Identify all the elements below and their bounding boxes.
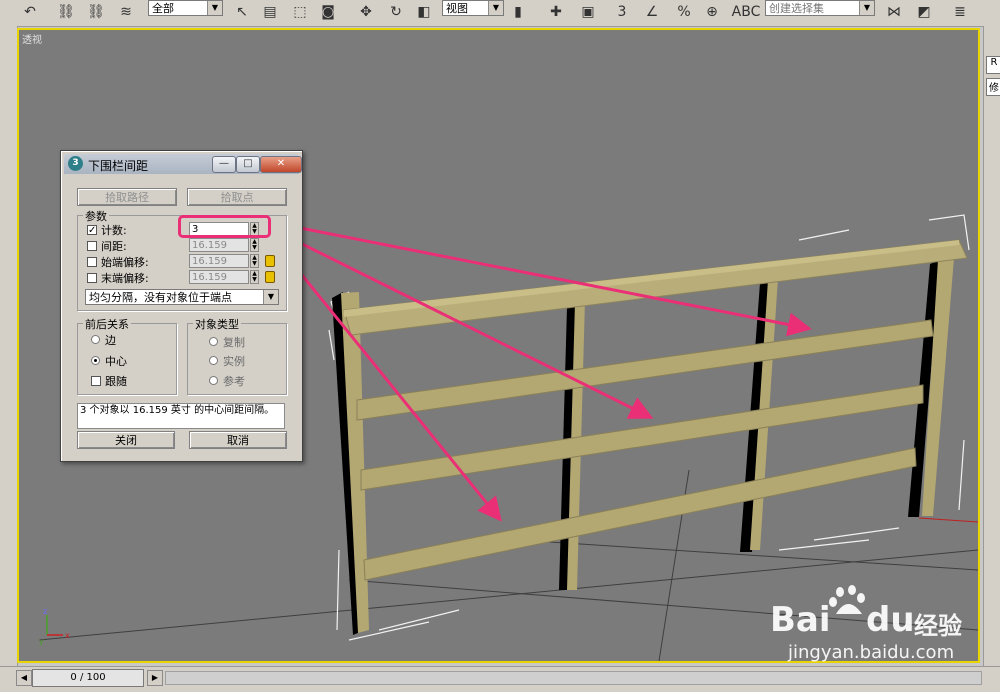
app-logo-icon: 3 [68, 156, 83, 171]
end-offset-row: 末端偏移: [87, 270, 149, 285]
end-offset-label: 末端偏移: [101, 271, 149, 285]
next-frame-arrow-icon[interactable]: ▶ [147, 670, 163, 686]
dialog-title: 下围栏间距 [88, 159, 149, 173]
count-row: ✓ 计数: [87, 222, 127, 237]
count-checkbox[interactable]: ✓ [87, 224, 97, 235]
follow-checkbox[interactable] [91, 375, 101, 386]
object-type-label: 对象类型 [193, 316, 241, 332]
close-icon[interactable]: ✕ [260, 156, 302, 173]
context-center-label: 中心 [105, 354, 127, 368]
timeline-track[interactable] [165, 671, 982, 685]
end-offset-checkbox[interactable] [87, 272, 97, 283]
type-copy-row: 复制 [209, 334, 245, 349]
context-edge-label: 边 [105, 333, 116, 347]
context-edge-radio[interactable] [91, 335, 100, 344]
baidu-brand-du: du [866, 600, 915, 640]
spacing-label: 间距: [101, 239, 127, 253]
close-button[interactable]: 关闭 [77, 431, 175, 449]
type-reference-row: 参考 [209, 373, 245, 388]
start-offset-checkbox[interactable] [87, 256, 97, 267]
count-label: 计数: [101, 223, 127, 237]
follow-label: 跟随 [105, 374, 127, 388]
type-instance-row: 实例 [209, 353, 245, 368]
baidu-url: jingyan.baidu.com [788, 642, 955, 663]
time-slider[interactable]: 0 / 100 [32, 669, 144, 687]
context-edge-row: 边 [91, 332, 116, 347]
start-offset-spinner[interactable]: ▲ ▼ [250, 254, 259, 268]
start-offset-row: 始端偏移: [87, 254, 149, 269]
context-follow-row: 跟随 [91, 373, 127, 388]
arrow-to-rail-2 [268, 226, 654, 419]
start-offset-label: 始端偏移: [101, 255, 149, 269]
type-instance-label: 实例 [223, 354, 245, 368]
dialog-title-bar[interactable]: 3 下围栏间距 — □ ✕ [64, 154, 302, 174]
status-text: 3 个对象以 16.159 英寸 的中心间距间隔。 [77, 403, 285, 429]
spacing-spinner[interactable]: ▲ ▼ [250, 238, 259, 252]
pick-path-button[interactable]: 拾取路径 [77, 188, 177, 206]
distribution-dropdown[interactable]: 均匀分隔，没有对象位于端点 ▼ [85, 289, 279, 305]
type-reference-label: 参考 [223, 374, 245, 388]
lock-icon[interactable] [265, 271, 275, 283]
lock-icon[interactable] [265, 255, 275, 267]
type-copy-radio[interactable] [209, 337, 218, 346]
baidu-brand-cn: 经验 [914, 612, 962, 640]
count-highlight-box [178, 215, 271, 238]
minimize-icon[interactable]: — [212, 156, 236, 173]
cancel-button[interactable]: 取消 [189, 431, 287, 449]
type-copy-label: 复制 [223, 335, 245, 349]
end-offset-spinner[interactable]: ▲ ▼ [250, 270, 259, 284]
context-center-row: 中心 [91, 353, 127, 368]
context-label: 前后关系 [83, 316, 131, 332]
spacing-row: 间距: [87, 238, 127, 253]
chevron-down-icon: ▼ [263, 290, 278, 304]
type-reference-radio[interactable] [209, 376, 218, 385]
timeline-bar: ◀ 0 / 100 ▶ [0, 666, 1000, 692]
prev-frame-arrow-icon[interactable]: ◀ [16, 670, 32, 686]
maximize-icon[interactable]: □ [236, 156, 260, 173]
type-instance-radio[interactable] [209, 356, 218, 365]
pick-points-button[interactable]: 拾取点 [187, 188, 287, 206]
spacing-checkbox[interactable] [87, 240, 97, 251]
end-offset-input[interactable]: 16.159 [189, 270, 249, 284]
frame-counter: 0 / 100 [70, 672, 106, 683]
start-offset-input[interactable]: 16.159 [189, 254, 249, 268]
arrow-to-rail-1 [268, 220, 812, 337]
context-center-radio[interactable] [91, 356, 100, 365]
spacing-input[interactable]: 16.159 [189, 238, 249, 252]
paw-logo-icon [829, 585, 865, 614]
baidu-watermark: Bai du 经验 jingyan.baidu.com [770, 580, 980, 675]
spacing-tool-dialog: 3 下围栏间距 — □ ✕ 拾取路径 拾取点 参数 ✓ 计数: 3 ▲ ▼ 间距:… [60, 150, 303, 462]
baidu-brand: Bai [770, 600, 831, 640]
